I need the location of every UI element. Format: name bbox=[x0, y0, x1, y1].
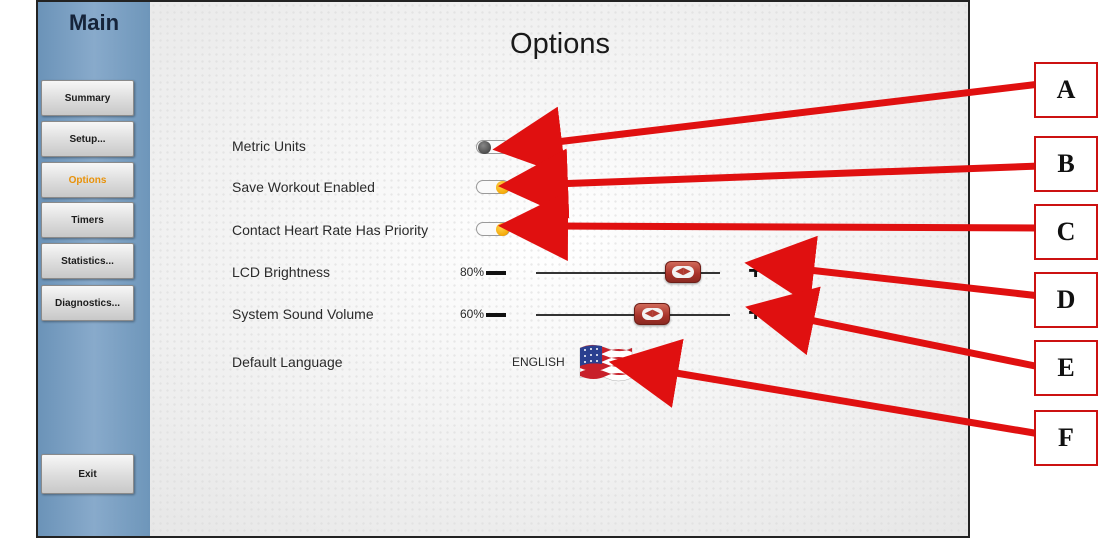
annotation-label-c: C bbox=[1034, 204, 1098, 260]
annotation-label-d: D bbox=[1034, 272, 1098, 328]
arrow-b bbox=[498, 148, 1041, 219]
arrow-c bbox=[498, 191, 1041, 262]
arrow-d bbox=[744, 235, 1041, 306]
annotation-label-f: F bbox=[1034, 410, 1098, 466]
arrow-a bbox=[492, 80, 1041, 177]
annotation-label-a: A bbox=[1034, 62, 1098, 118]
arrow-f bbox=[608, 338, 1041, 438]
annotation-label-e: E bbox=[1034, 340, 1098, 396]
annotation-label-b: B bbox=[1034, 136, 1098, 192]
annotation-arrows bbox=[492, 80, 1041, 438]
arrow-e bbox=[745, 286, 1041, 371]
